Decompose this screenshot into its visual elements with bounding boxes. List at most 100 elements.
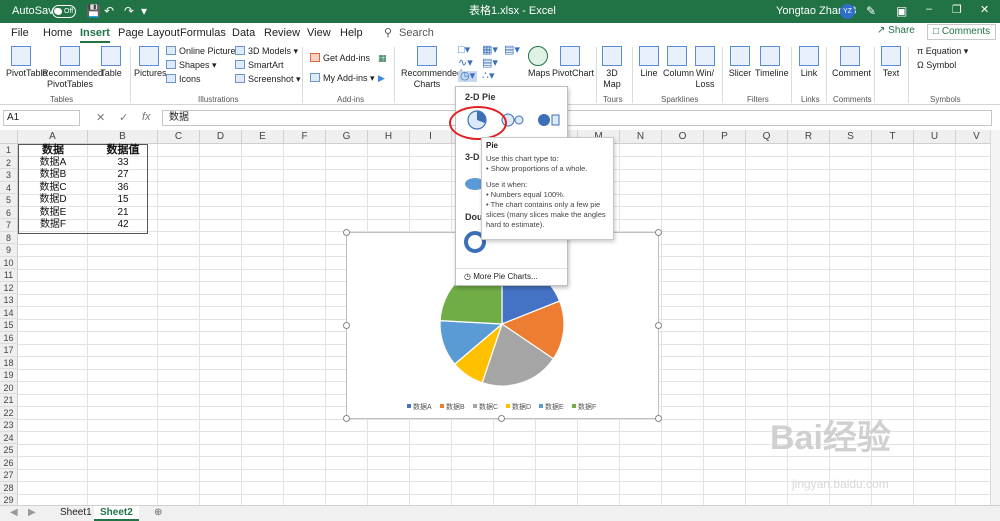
row-header[interactable]: 18 bbox=[0, 356, 18, 369]
pivottable-button[interactable]: PivotTable bbox=[6, 46, 48, 79]
minimize-button[interactable]: – bbox=[926, 3, 932, 15]
waterfall-chart-icon[interactable]: ▤▾ bbox=[482, 58, 498, 69]
column-header[interactable]: D bbox=[200, 130, 242, 144]
column-chart-icon[interactable]: □▾ bbox=[458, 45, 470, 56]
row-header[interactable]: 26 bbox=[0, 456, 18, 469]
column-header[interactable]: R bbox=[788, 130, 830, 144]
timeline-button[interactable]: Timeline bbox=[755, 46, 789, 79]
pictures-button[interactable]: Pictures bbox=[134, 46, 167, 79]
share-button[interactable]: ↗ Share bbox=[877, 25, 915, 40]
tab-help[interactable]: Help bbox=[340, 26, 363, 40]
3d-map-button[interactable]: 3D Map bbox=[602, 46, 622, 90]
sheet-tab-sheet1[interactable]: Sheet1 bbox=[54, 506, 98, 521]
excel-addin-icon[interactable]: ▦ bbox=[378, 53, 387, 64]
tab-formulas[interactable]: Formulas bbox=[180, 26, 226, 40]
search-box[interactable]: Search bbox=[399, 26, 434, 40]
table-button[interactable]: Table bbox=[100, 46, 122, 79]
sparkline-line-button[interactable]: Line bbox=[639, 46, 659, 79]
column-header[interactable]: O bbox=[662, 130, 704, 144]
table-cell[interactable]: 数据D bbox=[18, 194, 88, 206]
row-header[interactable]: 21 bbox=[0, 394, 18, 407]
column-header[interactable]: E bbox=[242, 130, 284, 144]
slicer-button[interactable]: Slicer bbox=[728, 46, 752, 79]
recommended-charts-button[interactable]: Recommended Charts bbox=[401, 46, 462, 90]
table-cell[interactable]: 数据F bbox=[18, 219, 88, 231]
row-header[interactable]: 11 bbox=[0, 269, 18, 282]
table-cell[interactable]: 15 bbox=[88, 194, 158, 206]
add-sheet-icon[interactable]: ⊕ bbox=[148, 506, 168, 521]
search-icon[interactable]: ⚲ bbox=[384, 26, 392, 40]
column-header[interactable]: B bbox=[88, 130, 158, 144]
row-header[interactable]: 27 bbox=[0, 469, 18, 482]
row-header[interactable]: 4 bbox=[0, 181, 18, 194]
line-chart-icon[interactable]: ∿▾ bbox=[458, 58, 473, 69]
comments-button[interactable]: □ Comments bbox=[927, 24, 997, 40]
tab-home[interactable]: Home bbox=[43, 26, 72, 40]
table-header-cell[interactable]: 数据值 bbox=[88, 144, 158, 156]
restore-button[interactable]: ❐ bbox=[952, 3, 962, 16]
row-header[interactable]: 16 bbox=[0, 331, 18, 344]
redo-icon[interactable]: ↷ bbox=[124, 4, 134, 18]
row-header[interactable]: 8 bbox=[0, 231, 18, 244]
avatar[interactable]: YZ bbox=[840, 4, 855, 19]
recommended-pivottables-button[interactable]: Recommended PivotTables bbox=[42, 46, 103, 90]
column-header[interactable]: U bbox=[914, 130, 956, 144]
more-pie-charts-link[interactable]: ◷ More Pie Charts... bbox=[456, 268, 567, 285]
row-header[interactable]: 2 bbox=[0, 156, 18, 169]
table-cell[interactable]: 42 bbox=[88, 219, 158, 231]
column-header[interactable]: N bbox=[620, 130, 662, 144]
table-cell[interactable]: 数据B bbox=[18, 169, 88, 181]
row-header[interactable]: 9 bbox=[0, 244, 18, 257]
vertical-scrollbar[interactable] bbox=[990, 130, 1000, 505]
row-header[interactable]: 28 bbox=[0, 481, 18, 494]
table-cell[interactable]: 36 bbox=[88, 182, 158, 194]
pie-chart-icon[interactable]: ◷▾ bbox=[458, 71, 478, 82]
icons-button[interactable]: Icons bbox=[166, 74, 201, 85]
link-button[interactable]: Link bbox=[798, 46, 820, 79]
equation-button[interactable]: π Equation ▾ bbox=[917, 46, 968, 57]
comment-button[interactable]: Comment bbox=[832, 46, 871, 79]
autosave-toggle[interactable]: Off bbox=[52, 5, 76, 18]
tab-file[interactable]: File bbox=[11, 26, 29, 40]
table-cell[interactable]: 数据A bbox=[18, 157, 88, 169]
row-header[interactable]: 24 bbox=[0, 431, 18, 444]
row-header[interactable]: 20 bbox=[0, 381, 18, 394]
resize-handle[interactable] bbox=[655, 322, 662, 329]
customize-toolbar-icon[interactable]: ▾ bbox=[141, 4, 147, 18]
column-header[interactable]: T bbox=[872, 130, 914, 144]
pen-icon[interactable]: ✎ bbox=[866, 4, 876, 18]
table-header-cell[interactable]: 数据 bbox=[18, 144, 88, 156]
pivotchart-button[interactable]: PivotChart bbox=[552, 46, 594, 79]
column-header[interactable]: Q bbox=[746, 130, 788, 144]
row-header[interactable]: 14 bbox=[0, 306, 18, 319]
table-cell[interactable]: 21 bbox=[88, 207, 158, 219]
column-header[interactable]: I bbox=[410, 130, 452, 144]
scroll-right-icon[interactable]: ▶ bbox=[22, 506, 42, 521]
row-header[interactable]: 10 bbox=[0, 256, 18, 269]
row-header[interactable]: 3 bbox=[0, 169, 18, 182]
shapes-button[interactable]: Shapes ▾ bbox=[166, 60, 217, 71]
column-header[interactable]: C bbox=[158, 130, 200, 144]
row-header[interactable]: 17 bbox=[0, 344, 18, 357]
enter-icon[interactable]: ✓ bbox=[119, 111, 128, 124]
select-all-corner[interactable] bbox=[0, 130, 18, 144]
tab-insert[interactable]: Insert bbox=[80, 26, 110, 43]
sparkline-column-button[interactable]: Column bbox=[663, 46, 694, 79]
sparkline-winloss-button[interactable]: Win/ Loss bbox=[695, 46, 715, 90]
column-header[interactable]: G bbox=[326, 130, 368, 144]
row-header[interactable]: 22 bbox=[0, 406, 18, 419]
resize-handle[interactable] bbox=[343, 322, 350, 329]
row-header[interactable]: 19 bbox=[0, 369, 18, 382]
ribbon-display-icon[interactable]: ▣ bbox=[896, 4, 907, 18]
maps-button[interactable]: Maps bbox=[528, 46, 550, 79]
column-header[interactable]: V bbox=[956, 130, 990, 144]
row-header[interactable]: 6 bbox=[0, 206, 18, 219]
row-header[interactable]: 29 bbox=[0, 494, 18, 505]
close-button[interactable]: ✕ bbox=[980, 3, 989, 16]
resize-handle[interactable] bbox=[343, 229, 350, 236]
column-header[interactable]: S bbox=[830, 130, 872, 144]
3d-models-button[interactable]: 3D Models ▾ bbox=[235, 46, 298, 57]
cancel-icon[interactable]: ✕ bbox=[96, 111, 105, 124]
row-header[interactable]: 7 bbox=[0, 219, 18, 232]
column-header[interactable]: A bbox=[18, 130, 88, 144]
